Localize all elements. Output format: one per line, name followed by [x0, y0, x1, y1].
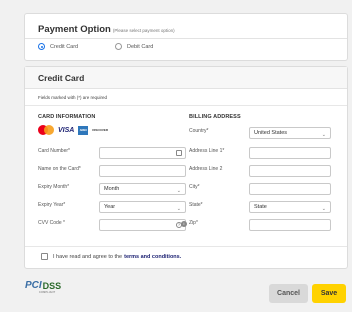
cvv-input[interactable]: ?: [99, 219, 186, 231]
billing-address-heading: BILLING ADDRESS: [189, 114, 241, 120]
pci-dss-logo: PCI DSS COMPLIANT: [25, 280, 62, 294]
terms-row: I have read and agree to the terms and c…: [41, 253, 181, 260]
radio-debit-card[interactable]: Debit Card: [115, 43, 153, 50]
card-number-input[interactable]: [99, 147, 186, 159]
radio-selected-icon[interactable]: [38, 43, 45, 50]
chevron-down-icon: ⌄: [321, 206, 326, 212]
expiry-year-value: Year: [104, 204, 116, 210]
pci-mark: PCI: [25, 280, 42, 291]
amex-icon: AMEX: [78, 125, 89, 135]
credit-card-header: Credit Card: [25, 67, 347, 89]
divider: [25, 38, 347, 39]
cvv-label: CVV Code *: [38, 220, 65, 226]
name-on-card-input[interactable]: [99, 165, 186, 177]
state-value: State: [254, 204, 267, 210]
country-label: Country*: [189, 128, 209, 134]
expiry-month-label: Expiry Month*: [38, 184, 70, 190]
radio-credit-card-label: Credit Card: [50, 43, 79, 50]
info-icon[interactable]: i: [181, 221, 187, 227]
divider: [25, 246, 347, 247]
state-select[interactable]: State ⌄: [249, 201, 331, 213]
divider: [25, 105, 347, 106]
payment-option-title: Payment Option (Please select payment opt…: [38, 24, 175, 35]
credit-card-panel: Credit Card Fields marked with (*) are r…: [24, 66, 348, 269]
card-information-heading: CARD INFORMATION: [38, 114, 96, 120]
cancel-button[interactable]: Cancel: [269, 284, 308, 303]
pci-dss-text: DSS: [42, 280, 62, 291]
address-line-1-input[interactable]: [249, 147, 331, 159]
card-logos: VISA AMEX DISCOVER: [38, 125, 108, 135]
address-line-2-input[interactable]: [249, 165, 331, 177]
visa-icon: VISA: [58, 126, 75, 134]
chevron-down-icon: ⌄: [321, 132, 326, 138]
payment-option-title-text: Payment Option: [38, 24, 111, 35]
zip-label: Zip*: [189, 220, 198, 226]
address-line-1-label: Address Line 1*: [189, 148, 225, 154]
radio-credit-card[interactable]: Credit Card: [38, 43, 78, 50]
expiry-year-label: Expiry Year*: [38, 202, 66, 208]
expiry-year-select[interactable]: Year ⌄: [99, 201, 186, 213]
expiry-month-select[interactable]: Month ⌄: [99, 183, 186, 195]
city-label: City*: [189, 184, 200, 190]
state-label: State*: [189, 202, 203, 208]
terms-link[interactable]: terms and conditions.: [124, 254, 181, 260]
required-note: Fields marked with (*) are required: [38, 95, 108, 100]
chevron-down-icon: ⌄: [176, 206, 181, 212]
mastercard-icon: [38, 125, 54, 135]
radio-unselected-icon[interactable]: [115, 43, 122, 50]
city-input[interactable]: [249, 183, 331, 195]
expiry-month-value: Month: [104, 186, 120, 192]
credit-card-title: Credit Card: [38, 73, 85, 83]
card-number-label: Card Number*: [38, 148, 70, 154]
card-icon: [176, 150, 182, 156]
radio-debit-card-label: Debit Card: [127, 43, 154, 50]
save-button[interactable]: Save: [312, 284, 346, 303]
country-select[interactable]: United States ⌄: [249, 127, 331, 139]
terms-text: I have read and agree to the: [53, 253, 123, 260]
discover-icon: DISCOVER: [92, 128, 109, 132]
zip-input[interactable]: [249, 219, 331, 231]
pci-compliant-text: COMPLIANT: [39, 291, 56, 294]
address-line-2-label: Address Line 2: [189, 166, 223, 172]
name-on-card-label: Name on the Card*: [38, 166, 81, 172]
payment-option-subtitle: (Please select payment option): [112, 28, 175, 33]
payment-option-panel: Payment Option (Please select payment opt…: [24, 13, 348, 61]
terms-checkbox[interactable]: [41, 253, 48, 260]
chevron-down-icon: ⌄: [176, 188, 181, 194]
country-value: United States: [254, 130, 288, 136]
